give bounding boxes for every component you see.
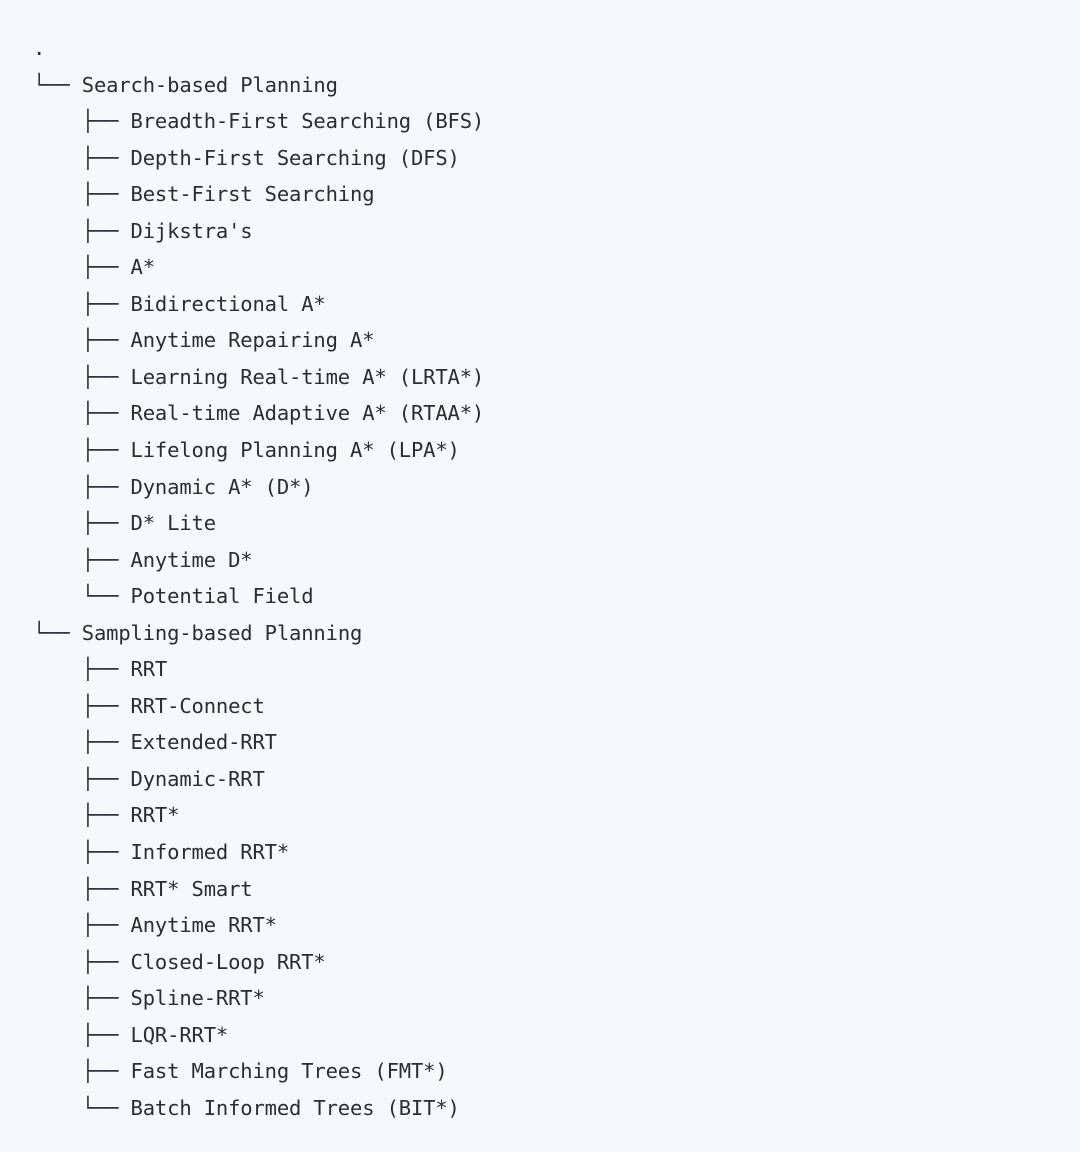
tree-node-label: Dynamic-RRT bbox=[130, 766, 265, 791]
tree-node-label: Dijkstra's bbox=[130, 218, 253, 243]
tree-branch-glyph: ├── bbox=[33, 145, 131, 170]
tree-node-label: Best-First Searching bbox=[130, 182, 375, 207]
tree-node-label: . bbox=[33, 36, 46, 60]
tree-branch-glyph: ├── bbox=[33, 730, 131, 755]
tree-branch-glyph: └── bbox=[33, 584, 131, 609]
tree-branch-glyph: ├── bbox=[33, 803, 131, 828]
tree-root-node: . bbox=[33, 30, 1033, 67]
tree-node-label: RRT* Smart bbox=[130, 876, 253, 901]
tree-branch-glyph: └── bbox=[33, 72, 82, 97]
tree-node-label: Real-time Adaptive A* (RTAA*) bbox=[130, 401, 485, 426]
tree-node-row: ├── Bidirectional A* bbox=[33, 286, 1033, 323]
tree-node-label: Extended-RRT bbox=[130, 730, 277, 755]
tree-node-row: └── Batch Informed Trees (BIT*) bbox=[33, 1090, 1033, 1127]
tree-node-row: ├── Extended-RRT bbox=[33, 724, 1033, 761]
tree-branch-glyph: ├── bbox=[33, 511, 131, 536]
tree-node-row: ├── Anytime Repairing A* bbox=[33, 322, 1033, 359]
tree-branch-glyph: ├── bbox=[33, 364, 131, 389]
tree-node-label: Anytime Repairing A* bbox=[130, 328, 375, 353]
tree-node-label: Fast Marching Trees (FMT*) bbox=[130, 1059, 448, 1084]
tree-branch-glyph: ├── bbox=[33, 438, 131, 463]
tree-node-row: ├── Lifelong Planning A* (LPA*) bbox=[33, 432, 1033, 469]
tree-node-row: ├── Closed-Loop RRT* bbox=[33, 944, 1033, 981]
tree-branch-glyph: ├── bbox=[33, 291, 131, 316]
tree-node-row: ├── RRT* Smart bbox=[33, 871, 1033, 908]
tree-branch-glyph: ├── bbox=[33, 1022, 131, 1047]
tree-branch-glyph: ├── bbox=[33, 766, 131, 791]
tree-node-row: └── Search-based Planning bbox=[33, 67, 1033, 104]
tree-node-row: ├── Learning Real-time A* (LRTA*) bbox=[33, 359, 1033, 396]
tree-node-label: Sampling-based Planning bbox=[81, 620, 363, 645]
tree-node-label: Potential Field bbox=[130, 584, 314, 609]
tree-branch-glyph: ├── bbox=[33, 401, 131, 426]
tree-node-row: ├── Anytime RRT* bbox=[33, 907, 1033, 944]
tree-branch-glyph: ├── bbox=[33, 255, 131, 280]
tree-branch-glyph: ├── bbox=[33, 1059, 131, 1084]
tree-branch-glyph: ├── bbox=[33, 657, 131, 682]
tree-node-row: └── Sampling-based Planning bbox=[33, 615, 1033, 652]
tree-node-label: Bidirectional A* bbox=[130, 291, 326, 316]
tree-node-label: Closed-Loop RRT* bbox=[130, 949, 326, 974]
tree-node-label: Lifelong Planning A* (LPA*) bbox=[130, 438, 460, 463]
tree-node-row: ├── Depth-First Searching (DFS) bbox=[33, 140, 1033, 177]
tree-branch-glyph: ├── bbox=[33, 474, 131, 499]
tree-node-label: RRT bbox=[130, 657, 168, 682]
tree-branch-glyph: ├── bbox=[33, 182, 131, 207]
tree-node-label: RRT* bbox=[130, 803, 180, 828]
tree-node-label: Anytime D* bbox=[130, 547, 253, 572]
tree-node-label: Learning Real-time A* (LRTA*) bbox=[130, 364, 485, 389]
tree-branch-glyph: ├── bbox=[33, 876, 131, 901]
tree-node-label: RRT-Connect bbox=[130, 693, 265, 718]
tree-node-label: Depth-First Searching (DFS) bbox=[130, 145, 460, 170]
tree-node-row: ├── Spline-RRT* bbox=[33, 980, 1033, 1017]
tree-node-row: ├── RRT-Connect bbox=[33, 688, 1033, 725]
tree-branch-glyph: ├── bbox=[33, 109, 131, 134]
tree-node-label: Spline-RRT* bbox=[130, 986, 265, 1011]
tree-node-row: ├── LQR-RRT* bbox=[33, 1017, 1033, 1054]
tree-node-row: ├── RRT* bbox=[33, 797, 1033, 834]
tree-node-row: └── Potential Field bbox=[33, 578, 1033, 615]
tree-node-row: ├── Dynamic-RRT bbox=[33, 761, 1033, 798]
tree-node-row: ├── Dijkstra's bbox=[33, 213, 1033, 250]
tree-branch-glyph: ├── bbox=[33, 913, 131, 938]
tree-node-row: ├── A* bbox=[33, 249, 1033, 286]
tree-node-label: A* bbox=[130, 255, 156, 280]
tree-branch-glyph: └── bbox=[33, 1095, 131, 1120]
tree-node-row: ├── Informed RRT* bbox=[33, 834, 1033, 871]
tree-branch-glyph: ├── bbox=[33, 986, 131, 1011]
tree-branch-glyph: ├── bbox=[33, 840, 131, 865]
tree-node-row: ├── Anytime D* bbox=[33, 542, 1033, 579]
tree-branch-glyph: ├── bbox=[33, 328, 131, 353]
tree-branch-glyph: ├── bbox=[33, 693, 131, 718]
tree-branch-glyph: ├── bbox=[33, 949, 131, 974]
tree-branch-glyph: ├── bbox=[33, 547, 131, 572]
tree-node-row: ├── Best-First Searching bbox=[33, 176, 1033, 213]
tree-node-label: Search-based Planning bbox=[81, 72, 338, 97]
tree-node-row: ├── Real-time Adaptive A* (RTAA*) bbox=[33, 395, 1033, 432]
tree-node-row: ├── Fast Marching Trees (FMT*) bbox=[33, 1053, 1033, 1090]
tree-node-row: ├── Dynamic A* (D*) bbox=[33, 469, 1033, 506]
tree-node-label: Breadth-First Searching (BFS) bbox=[130, 109, 485, 134]
tree-node-label: LQR-RRT* bbox=[130, 1022, 229, 1047]
tree-node-label: D* Lite bbox=[130, 511, 217, 536]
tree-node-row: ├── Breadth-First Searching (BFS) bbox=[33, 103, 1033, 140]
tree-node-label: Informed RRT* bbox=[130, 840, 290, 865]
tree-node-label: Dynamic A* (D*) bbox=[130, 474, 314, 499]
tree-branch-glyph: └── bbox=[33, 620, 82, 645]
tree-node-label: Batch Informed Trees (BIT*) bbox=[130, 1095, 460, 1120]
tree-listing: . └── Search-based Planning ├── Breadth-F… bbox=[33, 30, 1033, 1126]
tree-node-row: ├── RRT bbox=[33, 651, 1033, 688]
tree-node-label: Anytime RRT* bbox=[130, 913, 277, 938]
tree-branch-glyph: ├── bbox=[33, 218, 131, 243]
tree-node-row: ├── D* Lite bbox=[33, 505, 1033, 542]
